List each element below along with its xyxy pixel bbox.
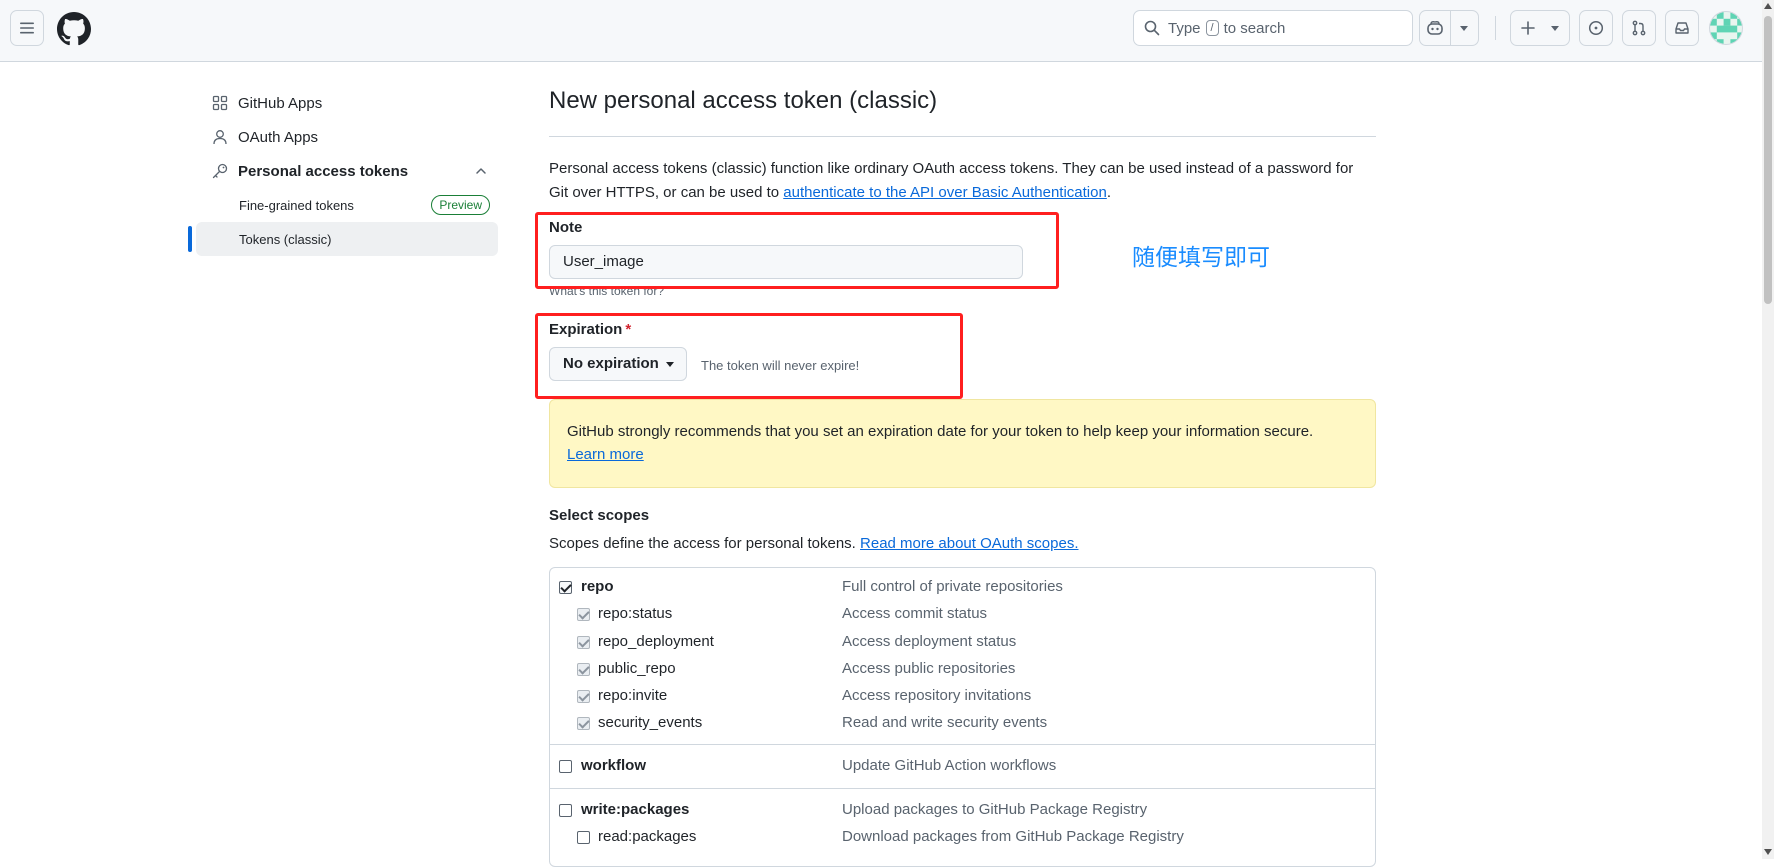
scope-row: repo:invite Access repository invitation…: [550, 683, 1375, 710]
scopes-title: Select scopes: [549, 507, 650, 524]
scope-description: Upload packages to GitHub Package Regist…: [842, 801, 1148, 819]
inbox-icon: [1675, 22, 1689, 34]
warning-text: GitHub strongly recommends that you set …: [567, 423, 1314, 440]
scope-name: repo:status: [598, 605, 673, 623]
scope-description: Access repository invitations: [842, 687, 1032, 705]
scope-name: security_events: [598, 714, 703, 732]
identicon-icon: [1710, 12, 1742, 44]
search-icon: [1144, 20, 1160, 36]
preview-badge: Preview: [431, 195, 490, 215]
github-logo-icon[interactable]: [57, 12, 91, 46]
basic-auth-link[interactable]: authenticate to the API over Basic Authe…: [783, 184, 1107, 201]
scope-row: repo Full control of private repositorie…: [550, 574, 1375, 601]
scope-checkbox-workflow[interactable]: [559, 759, 572, 773]
main-content: New personal access token (classic) Pers…: [549, 86, 1376, 867]
sidebar-item-oauth-apps[interactable]: OAuth Apps: [196, 120, 498, 154]
sidebar-subitem-fine-grained-tokens[interactable]: Fine-grained tokens Preview: [196, 188, 498, 222]
scope-description: Access public repositories: [842, 659, 1016, 677]
inbox-button[interactable]: [1665, 10, 1699, 46]
scope-name: write:packages: [581, 801, 690, 819]
oauth-scopes-link[interactable]: Read more about OAuth scopes.: [860, 535, 1078, 552]
expiration-warning-banner: GitHub strongly recommends that you set …: [549, 399, 1376, 488]
scope-name: workflow: [581, 756, 647, 774]
sidebar-item-label: Personal access tokens: [238, 162, 409, 180]
copilot-icon: [1427, 21, 1443, 35]
scope-checkbox-write-packages[interactable]: [559, 804, 572, 818]
chevron-down-icon: [1551, 26, 1559, 31]
scope-name: public_repo: [598, 659, 676, 677]
sidebar-subitem-label: Fine-grained tokens: [239, 197, 354, 213]
copilot-button[interactable]: [1419, 10, 1479, 46]
issue-opened-icon: [1588, 20, 1604, 36]
sidebar-subitem-tokens-classic[interactable]: Tokens (classic): [188, 222, 498, 256]
chevron-down-icon[interactable]: [1460, 26, 1468, 31]
annotation-text: 随便填写即可: [1132, 245, 1270, 271]
sidebar-item-label: GitHub Apps: [238, 94, 323, 112]
avatar[interactable]: [1709, 11, 1743, 45]
scopes-description-text: Scopes define the access for personal to…: [549, 535, 856, 552]
scope-checkbox-security-events[interactable]: [577, 717, 590, 731]
scope-name: repo_deployment: [598, 632, 714, 650]
scope-description: Read and write security events: [842, 714, 1048, 732]
scope-description: Download packages from GitHub Package Re…: [842, 828, 1184, 846]
top-header: Type / to search: [0, 0, 1762, 62]
annotation-box-note: [535, 212, 1059, 289]
sidebar-item-personal-access-tokens[interactable]: Personal access tokens: [196, 154, 498, 188]
scope-checkbox-repo[interactable]: [559, 581, 572, 594]
scope-name: repo:invite: [598, 687, 668, 705]
pull-request-icon: [1632, 20, 1646, 36]
page-description: Personal access tokens (classic) functio…: [549, 157, 1376, 205]
scope-checkbox-read-packages[interactable]: [577, 831, 590, 845]
scope-row: security_events Read and write security …: [550, 710, 1375, 737]
scope-group-write-packages: write:packages Upload packages to GitHub…: [550, 789, 1375, 860]
hamburger-icon: [20, 22, 34, 34]
scope-row: repo_deployment Access deployment status: [550, 629, 1375, 656]
page-scrollbar[interactable]: [1762, 0, 1774, 859]
settings-sidebar: GitHub Apps OAuth Apps Personal access t…: [188, 86, 498, 256]
scope-row: write:packages Upload packages to GitHub…: [550, 797, 1375, 824]
scope-description: Access commit status: [842, 605, 988, 623]
scope-row: read:packages Download packages from Git…: [550, 824, 1375, 851]
scopes-list: repo Full control of private repositorie…: [549, 567, 1376, 867]
scope-row: workflow Update GitHub Action workflows: [550, 753, 1375, 780]
issues-button[interactable]: [1579, 10, 1613, 46]
search-input[interactable]: Type / to search: [1133, 10, 1413, 46]
scope-checkbox-repo-invite[interactable]: [577, 690, 590, 704]
person-icon: [213, 130, 227, 145]
search-placeholder-suffix: to search: [1223, 19, 1286, 37]
scope-row: public_repo Access public repositories: [550, 656, 1375, 683]
plus-icon: [1521, 21, 1535, 35]
scope-checkbox-public-repo[interactable]: [577, 662, 590, 676]
sidebar-subitem-label: Tokens (classic): [239, 231, 332, 247]
scope-row: repo:status Access commit status: [550, 601, 1375, 628]
chevron-up-icon[interactable]: [474, 164, 488, 178]
sidebar-item-github-apps[interactable]: GitHub Apps: [196, 86, 498, 120]
scope-description: Full control of private repositories: [842, 578, 1063, 595]
scroll-down-arrow-icon[interactable]: [1764, 849, 1772, 855]
sidebar-item-label: OAuth Apps: [238, 128, 319, 146]
scope-description: Access deployment status: [842, 632, 1017, 650]
scope-checkbox-repo-deployment[interactable]: [577, 635, 590, 649]
scope-name: repo: [581, 578, 614, 595]
learn-more-link[interactable]: Learn more: [567, 446, 644, 463]
header-divider: [1495, 16, 1496, 40]
scroll-up-arrow-icon[interactable]: [1764, 3, 1772, 9]
search-placeholder-prefix: Type: [1168, 19, 1201, 37]
scope-checkbox-repo-status[interactable]: [577, 608, 590, 622]
description-end: .: [1106, 184, 1111, 201]
scope-name: read:packages: [598, 828, 697, 846]
key-icon: [212, 163, 228, 179]
menu-button[interactable]: [10, 10, 44, 46]
search-shortcut-key: /: [1205, 20, 1219, 36]
scope-description: Update GitHub Action workflows: [842, 756, 1057, 774]
scope-group-workflow: workflow Update GitHub Action workflows: [550, 745, 1375, 790]
apps-grid-icon: [212, 95, 228, 111]
scope-group-repo: repo Full control of private repositorie…: [550, 568, 1375, 745]
create-new-button[interactable]: [1510, 10, 1570, 46]
pull-requests-button[interactable]: [1622, 10, 1656, 46]
scrollbar-thumb[interactable]: [1764, 16, 1772, 304]
scopes-description: Scopes define the access for personal to…: [549, 535, 1079, 552]
page-title: New personal access token (classic): [549, 86, 1376, 137]
annotation-box-expiration: [535, 313, 963, 399]
